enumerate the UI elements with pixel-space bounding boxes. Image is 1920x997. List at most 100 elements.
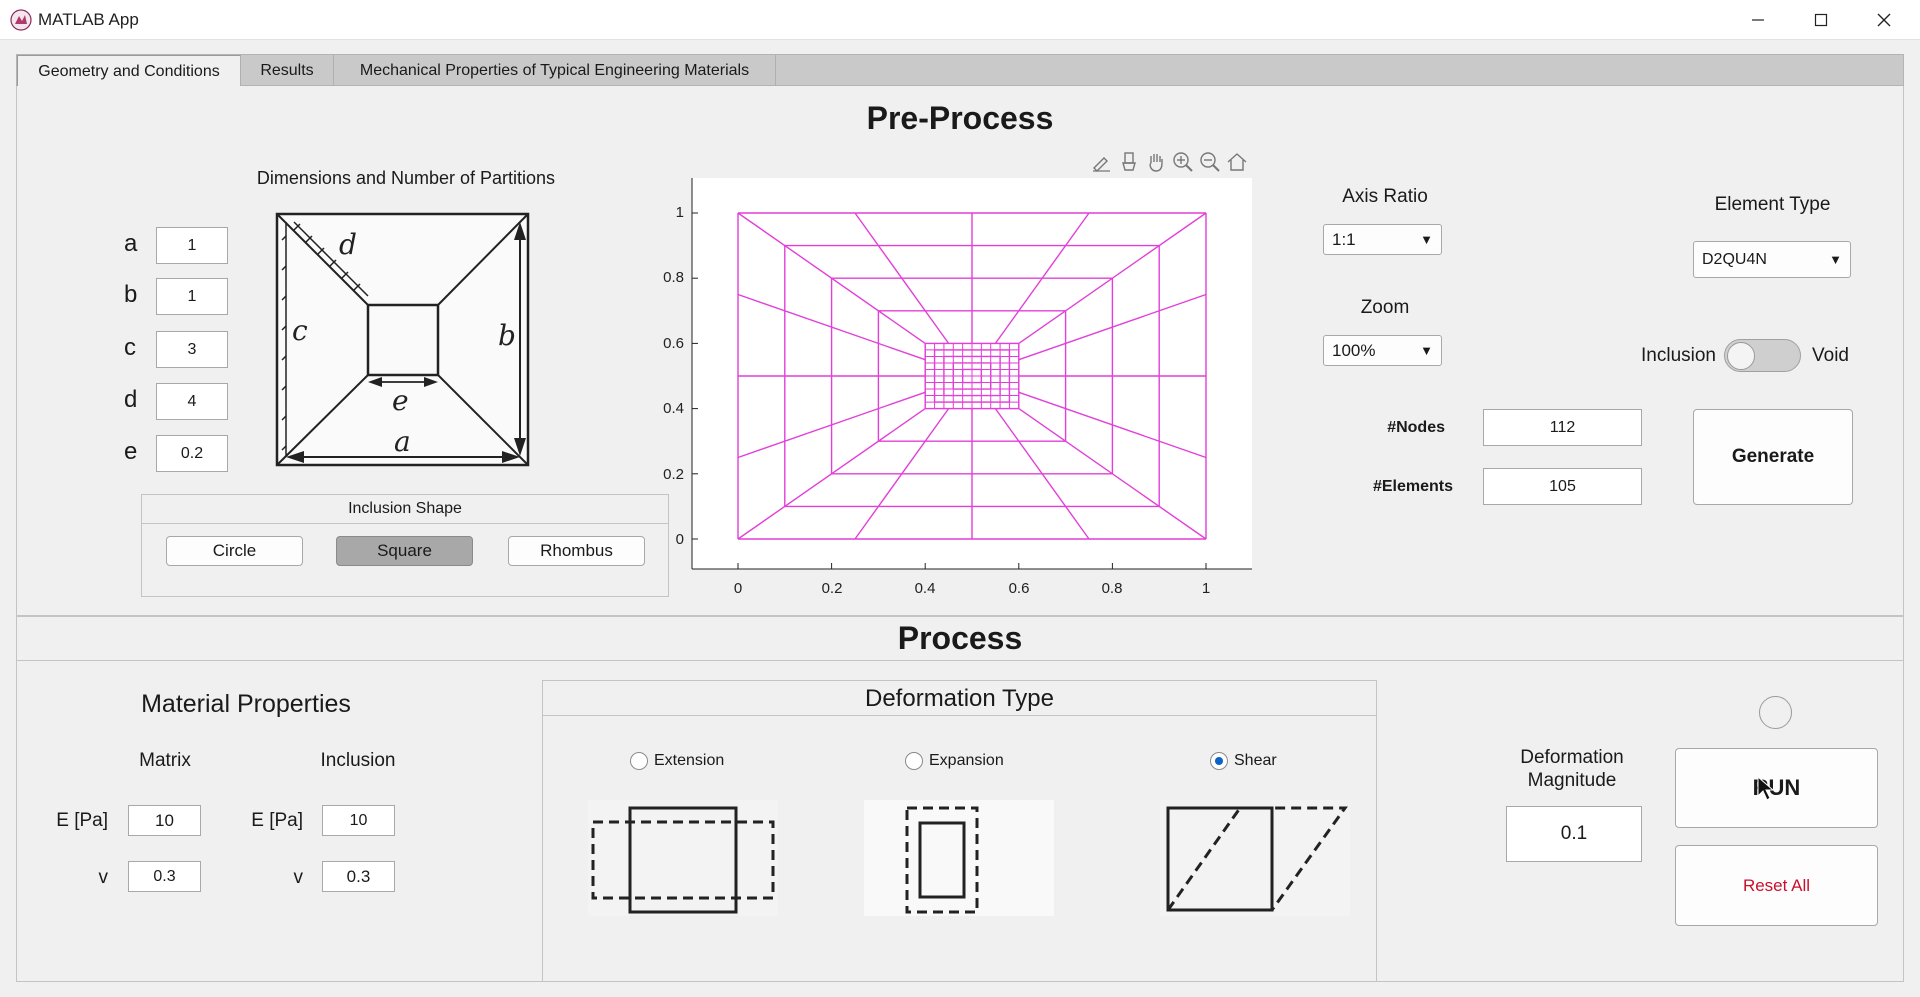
inclusion-shape-title: Inclusion Shape xyxy=(141,496,669,524)
brush-icon[interactable] xyxy=(1090,150,1114,174)
matrix-v-label: v xyxy=(98,867,109,888)
mesh-plot[interactable]: 0 0.2 0.4 0.6 0.8 1 0 0.2 0.4 0.6 0.8 1 xyxy=(650,176,1260,606)
close-icon xyxy=(1877,13,1891,27)
x-tick-label: 0.2 xyxy=(822,580,843,597)
title-bar: MATLAB App xyxy=(0,0,1920,40)
mouse-cursor-icon xyxy=(1757,776,1775,801)
y-tick-label: 0.2 xyxy=(663,466,684,483)
diagram-label-c: c xyxy=(292,314,308,347)
zoom-value: 100% xyxy=(1332,340,1376,360)
shear-label: Shear xyxy=(1234,752,1277,769)
diagram-label-d: d xyxy=(339,228,357,261)
matrix-e-label: E [Pa] xyxy=(56,810,108,831)
circle-button[interactable]: Circle xyxy=(166,536,303,566)
extension-label: Extension xyxy=(654,752,725,769)
dim-a-input[interactable]: 1 xyxy=(156,227,228,264)
x-tick-label: 0.6 xyxy=(1009,580,1030,597)
zoom-dropdown[interactable]: 100% ▼ xyxy=(1323,335,1442,366)
dim-label-a: a xyxy=(124,230,138,257)
zoom-label: Zoom xyxy=(1360,297,1410,318)
tab-mechanical-properties[interactable]: Mechanical Properties of Typical Enginee… xyxy=(334,55,776,87)
maximize-icon xyxy=(1814,13,1828,27)
dim-label-d: d xyxy=(124,386,138,413)
diagram-label-b: b xyxy=(498,319,516,352)
inclusion-v-label: v xyxy=(293,867,304,888)
axes-toolbar xyxy=(1090,150,1249,176)
dim-d-input[interactable]: 4 xyxy=(156,383,228,420)
dimension-diagram: d c b e a xyxy=(275,212,530,467)
inclusion-label: Inclusion xyxy=(320,750,396,771)
preprocess-heading: Pre-Process xyxy=(866,100,1054,136)
matrix-label: Matrix xyxy=(139,750,191,771)
radio-circle xyxy=(905,752,923,770)
run-button[interactable]: RUN xyxy=(1675,748,1878,828)
y-tick-label: 0.4 xyxy=(663,400,684,417)
shear-radio[interactable]: Shear xyxy=(1210,752,1277,770)
matrix-v-input[interactable]: 0.3 xyxy=(128,861,201,892)
y-tick-label: 0 xyxy=(676,531,684,548)
rhombus-button[interactable]: Rhombus xyxy=(508,536,645,566)
nodes-field: 112 xyxy=(1483,409,1642,446)
shear-diagram xyxy=(1160,800,1350,916)
y-tick-label: 1 xyxy=(676,204,684,221)
y-tick-label: 0.6 xyxy=(663,335,684,352)
radio-circle-selected xyxy=(1210,752,1228,770)
element-type-value: D2QU4N xyxy=(1702,250,1767,268)
chevron-down-icon: ▼ xyxy=(1420,343,1433,358)
magnitude-label-line1: Deformation xyxy=(1520,747,1624,768)
tab-results[interactable]: Results xyxy=(241,55,334,87)
elements-label: #Elements xyxy=(1372,478,1453,495)
axis-ratio-dropdown[interactable]: 1:1 ▼ xyxy=(1323,224,1442,255)
extension-radio[interactable]: Extension xyxy=(630,752,724,770)
inclusion-e-label: E [Pa] xyxy=(251,810,303,831)
extension-diagram xyxy=(588,800,778,916)
diagram-label-e: e xyxy=(392,384,409,417)
switch-label-inclusion: Inclusion xyxy=(1641,345,1716,366)
matrix-e-input[interactable]: 10 xyxy=(128,805,201,836)
dim-label-c: c xyxy=(124,334,136,361)
deformation-type-title: Deformation Type xyxy=(542,682,1377,716)
pan-icon[interactable] xyxy=(1144,150,1168,174)
reset-all-button[interactable]: Reset All xyxy=(1675,845,1878,926)
expansion-label: Expansion xyxy=(929,752,1004,769)
square-button[interactable]: Square xyxy=(336,536,473,566)
expansion-radio[interactable]: Expansion xyxy=(905,752,1004,770)
nodes-label: #Nodes xyxy=(1387,419,1445,436)
inclusion-v-input[interactable]: 0.3 xyxy=(322,861,395,892)
switch-knob xyxy=(1727,342,1755,370)
chevron-down-icon: ▼ xyxy=(1420,232,1433,247)
close-button[interactable] xyxy=(1853,0,1915,40)
x-tick-label: 0.8 xyxy=(1102,580,1123,597)
dim-b-input[interactable]: 1 xyxy=(156,278,228,315)
axis-ratio-value: 1:1 xyxy=(1332,229,1356,249)
deformation-magnitude-input[interactable]: 0.1 xyxy=(1506,806,1642,862)
tab-strip: Geometry and Conditions Results Mechanic… xyxy=(16,54,1904,88)
element-type-dropdown[interactable]: D2QU4N ▼ xyxy=(1693,241,1851,278)
zoom-in-icon[interactable] xyxy=(1171,150,1195,174)
dim-c-input[interactable]: 3 xyxy=(156,331,228,368)
material-properties-title: Material Properties xyxy=(141,690,351,718)
dim-label-b: b xyxy=(124,281,138,308)
expansion-diagram xyxy=(864,800,1054,916)
axis-ratio-label: Axis Ratio xyxy=(1342,186,1428,207)
data-tip-icon[interactable] xyxy=(1117,150,1141,174)
dim-e-input[interactable]: 0.2 xyxy=(156,435,228,472)
inclusion-void-switch[interactable] xyxy=(1724,339,1801,372)
switch-label-void: Void xyxy=(1812,345,1849,366)
deformation-magnitude-label: Deformation Magnitude xyxy=(1474,746,1670,792)
mesh-lines xyxy=(737,212,1207,540)
generate-button[interactable]: Generate xyxy=(1693,409,1853,505)
status-lamp xyxy=(1759,696,1792,729)
x-tick-label: 0.4 xyxy=(915,580,936,597)
magnitude-label-line2: Magnitude xyxy=(1527,770,1617,791)
maximize-button[interactable] xyxy=(1790,0,1852,40)
element-type-label: Element Type xyxy=(1714,194,1831,215)
elements-field: 105 xyxy=(1483,468,1642,505)
inclusion-e-input[interactable]: 10 xyxy=(322,805,395,836)
home-icon[interactable] xyxy=(1225,150,1249,174)
y-tick-label: 0.8 xyxy=(663,269,684,286)
minimize-button[interactable] xyxy=(1727,0,1789,40)
zoom-out-icon[interactable] xyxy=(1198,150,1222,174)
tab-geometry-and-conditions[interactable]: Geometry and Conditions xyxy=(17,55,241,88)
x-tick-label: 0 xyxy=(734,580,742,597)
